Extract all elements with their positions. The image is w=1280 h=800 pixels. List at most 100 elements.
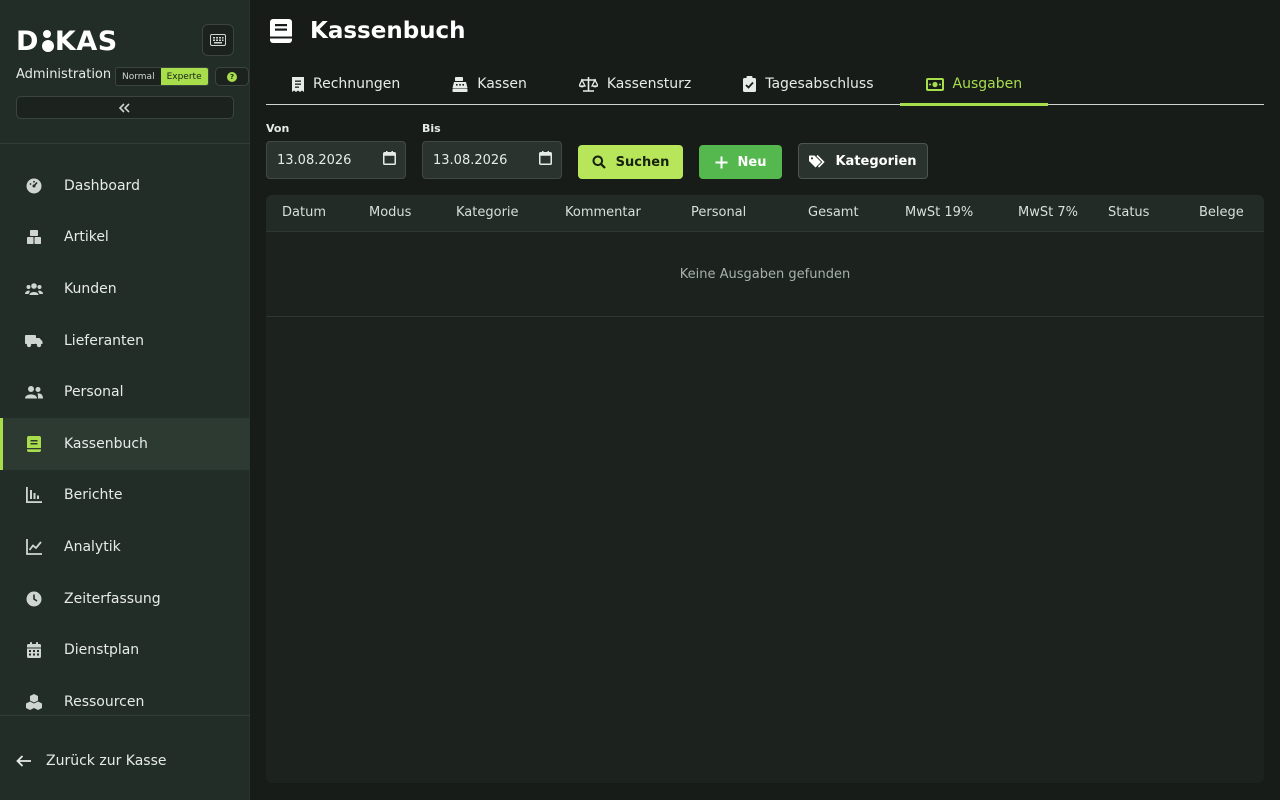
empty-message: Keine Ausgaben gefunden [679,266,851,282]
from-date-label: Von [266,122,290,135]
sidebar-item-label: Kassenbuch [64,435,148,452]
column-header-kategorie[interactable]: Kategorie [456,195,519,232]
scale-icon [578,76,598,92]
sidebar-item-dashboard[interactable]: Dashboard [0,160,250,212]
keyboard-button[interactable] [202,24,234,56]
tab-kassensturz[interactable]: Kassensturz [553,64,717,104]
from-date-input[interactable]: 13.08.2026 [266,141,406,179]
mode-toggle[interactable]: Normal Experte [115,67,209,86]
sidebar-item-berichte[interactable]: Berichte [0,470,250,522]
logo-dot-icon [39,30,55,52]
back-to-register-link[interactable]: Zurück zur Kasse [16,750,167,772]
user-group-icon [24,382,44,402]
sidebar-item-kunden[interactable]: Kunden [0,263,250,315]
calendar-icon[interactable] [539,151,552,169]
users-icon [24,279,44,299]
table-header: Datum Modus Kategorie Kommentar Personal… [266,195,1264,232]
boxes-icon [24,227,44,247]
sidebar-item-label: Ressourcen [64,693,145,710]
page-title-text: Kassenbuch [310,18,466,44]
tab-label: Ausgaben [952,76,1023,92]
tab-ausgaben[interactable]: Ausgaben [899,64,1049,106]
empty-table-row: Keine Ausgaben gefunden [266,232,1264,317]
collapse-sidebar-button[interactable] [16,96,234,119]
new-button-label: Neu [737,154,767,170]
sidebar-divider [0,715,250,716]
page-title: Kassenbuch [270,18,466,44]
mode-expert-option[interactable]: Experte [160,68,208,85]
line-chart-icon [24,537,44,557]
tab-label: Tagesabschluss [765,76,874,92]
column-header-modus[interactable]: Modus [369,195,411,232]
to-date-input[interactable]: 13.08.2026 [422,141,562,179]
column-header-gesamt[interactable]: Gesamt [808,195,859,232]
new-button[interactable]: Neu [699,145,782,179]
sidebar-item-personal[interactable]: Personal [0,366,250,418]
to-date-value: 13.08.2026 [433,152,508,168]
keyboard-icon [210,31,226,50]
search-button[interactable]: Suchen [578,145,683,179]
sidebar-item-kassenbuch[interactable]: Kassenbuch [0,417,250,470]
sidebar-item-label: Lieferanten [64,332,145,349]
logo[interactable]: D KAS [16,24,118,60]
sidebar-item-dienstplan[interactable]: Dienstplan [0,624,250,676]
sidebar-item-ressourcen[interactable]: Ressourcen [0,676,250,728]
sidebar-item-label: Personal [64,384,124,401]
clipboard-check-icon [743,76,757,92]
sidebar-divider [0,143,250,144]
sidebar-item-label: Analytik [64,538,121,555]
mode-normal-option[interactable]: Normal [116,68,161,85]
column-header-kommentar[interactable]: Kommentar [565,195,641,232]
tab-label: Kassen [477,76,527,92]
help-button[interactable]: ? [215,67,249,86]
sidebar: D KAS Administration Normal Experte ? Das… [0,0,250,800]
column-header-mwst-19[interactable]: MwSt 19% [905,195,973,232]
column-header-datum[interactable]: Datum [282,195,326,232]
column-header-status[interactable]: Status [1108,195,1149,232]
tab-label: Rechnungen [313,76,401,92]
sidebar-item-artikel[interactable]: Artikel [0,212,250,264]
sidebar-item-label: Zeiterfassung [64,590,161,607]
to-date-label: Bis [422,122,441,135]
sidebar-item-label: Dashboard [64,177,140,194]
sidebar-nav: Dashboard Artikel Kunden Lieferanten Per… [0,160,250,728]
calendar-icon [24,640,44,660]
receipt-icon [292,76,304,92]
search-button-label: Suchen [615,154,670,170]
clock-icon [24,589,44,609]
tab-rechnungen[interactable]: Rechnungen [266,64,426,104]
tags-icon [809,154,826,168]
plus-icon [715,156,728,169]
categories-button-label: Kategorien [835,153,917,169]
book-icon [24,434,44,454]
truck-icon [24,331,44,351]
sidebar-item-zeiterfassung[interactable]: Zeiterfassung [0,573,250,625]
dashboard-icon [24,176,44,196]
money-bill-icon [925,77,944,91]
help-icon: ? [227,71,237,82]
back-to-register-label: Zurück zur Kasse [46,753,167,769]
sidebar-item-label: Artikel [64,229,109,246]
sidebar-item-lieferanten[interactable]: Lieferanten [0,315,250,367]
tab-kassen[interactable]: Kassen [426,64,553,104]
column-header-personal[interactable]: Personal [691,195,746,232]
from-date-value: 13.08.2026 [277,152,352,168]
tab-tagesabschluss[interactable]: Tagesabschluss [717,64,899,104]
expenses-table: Datum Modus Kategorie Kommentar Personal… [266,195,1264,783]
sidebar-item-analytik[interactable]: Analytik [0,521,250,573]
column-header-belege[interactable]: Belege [1199,195,1244,232]
sidebar-item-label: Berichte [64,487,123,504]
bar-chart-icon [24,485,44,505]
search-icon [592,155,606,169]
categories-button[interactable]: Kategorien [798,143,928,179]
book-icon [270,19,292,43]
admin-label: Administration [16,67,112,82]
column-header-mwst-7[interactable]: MwSt 7% [1018,195,1078,232]
calendar-icon[interactable] [383,151,396,169]
sidebar-item-label: Dienstplan [64,642,140,659]
cash-register-icon [452,76,468,92]
double-chevron-left-icon [118,98,131,117]
cubes-icon [24,692,44,712]
tab-bar: Rechnungen Kassen Kassensturz Tagesabsch… [266,64,1264,106]
tab-label: Kassensturz [606,76,692,92]
